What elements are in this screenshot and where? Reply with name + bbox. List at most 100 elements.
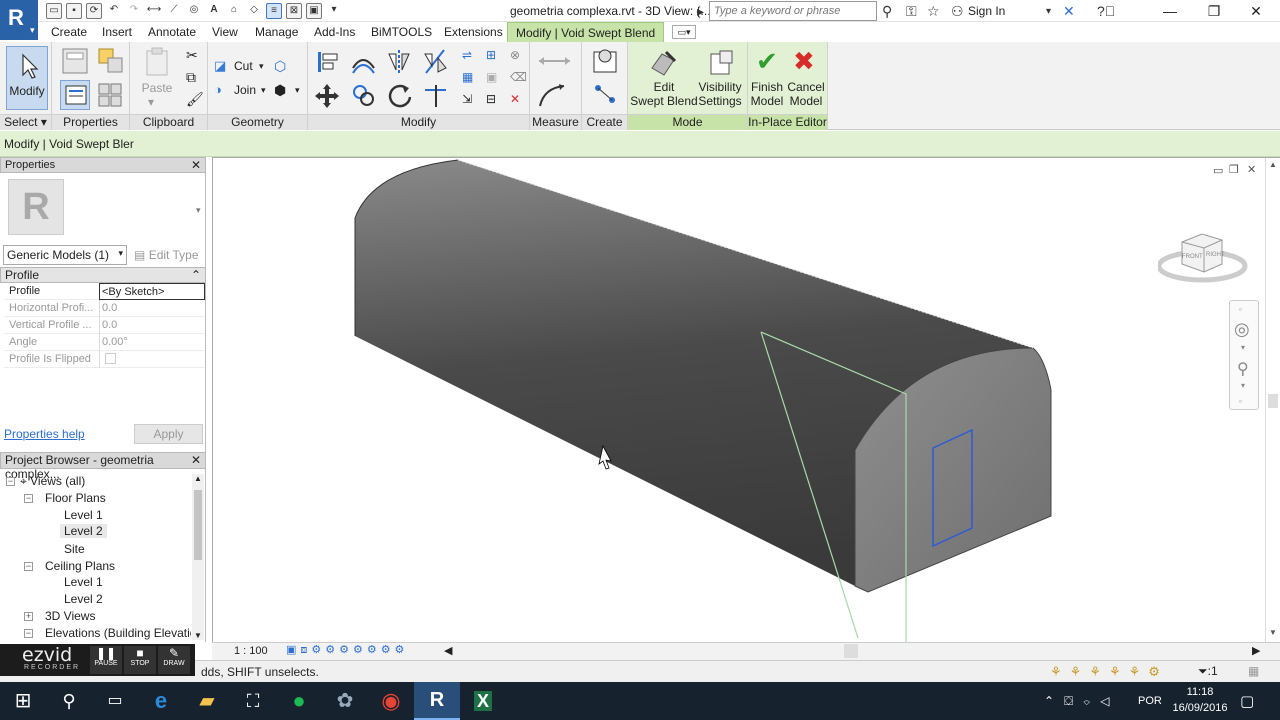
align-icon[interactable] xyxy=(314,48,340,74)
steering-wheel-icon[interactable]: ◎ xyxy=(1234,319,1250,340)
type-dropdown-icon[interactable]: ▾ xyxy=(196,205,201,216)
application-menu-button[interactable]: R ▾ xyxy=(0,0,38,40)
cancel-x-icon[interactable]: ✖ xyxy=(793,46,815,77)
move-icon[interactable] xyxy=(314,82,340,108)
cut-dropdown-icon[interactable]: ▾ xyxy=(259,60,264,73)
properties-toggle-icon[interactable] xyxy=(60,80,90,110)
close-properties-icon[interactable]: ✕ xyxy=(191,158,201,172)
store-icon[interactable]: ⛶ xyxy=(230,682,276,720)
delete-dim-icon[interactable]: ⌫ xyxy=(510,70,528,88)
property-value-field[interactable] xyxy=(99,351,205,368)
visibility-settings-line1[interactable]: Visibility xyxy=(694,81,746,94)
status-more-icon[interactable]: ▦ xyxy=(1248,664,1259,678)
tab-bimtools[interactable]: BiMTOOLS xyxy=(371,25,432,39)
clock-date[interactable]: 16/09/2016 xyxy=(1172,702,1228,714)
search-taskbar-icon[interactable]: ⚲ xyxy=(46,682,92,720)
horizontal-scroll-right-icon[interactable]: ▶ xyxy=(1252,644,1260,657)
restore-button[interactable]: ❐ xyxy=(1194,0,1234,22)
select-dropdown[interactable]: Select ▾ xyxy=(0,114,51,130)
family-category-icon[interactable] xyxy=(96,80,126,110)
nav-close-icon[interactable]: ▫ xyxy=(1239,305,1242,314)
tab-add-ins[interactable]: Add-Ins xyxy=(314,25,355,39)
delete-icon[interactable]: ✕ xyxy=(510,92,528,110)
tree-item-3d-views[interactable]: 3D Views xyxy=(45,609,95,623)
paste-icon[interactable] xyxy=(142,46,172,78)
split-gap-icon[interactable]: ⊞ xyxy=(486,48,504,66)
language-indicator[interactable]: POR xyxy=(1138,695,1162,707)
tree-item-level-1[interactable]: Level 1 xyxy=(64,508,103,522)
family-types-icon[interactable] xyxy=(96,46,126,76)
browser-scroll-thumb[interactable] xyxy=(194,490,202,560)
close-window-button[interactable]: ✕ xyxy=(1236,0,1276,22)
tree-item-views-all[interactable]: ⌖ Views (all) xyxy=(20,474,85,489)
tree-item-level-2-selected[interactable]: Level 2 xyxy=(60,524,107,538)
paste-dropdown-icon[interactable]: ▾ xyxy=(148,96,154,109)
offset-icon[interactable] xyxy=(350,48,376,74)
view-scroll-up-icon[interactable]: ▲ xyxy=(1269,160,1277,169)
tag-icon[interactable]: ◎ xyxy=(186,3,202,19)
viewcube-front-label[interactable]: FRONT xyxy=(1182,254,1203,260)
tab-create[interactable]: Create xyxy=(51,25,87,39)
property-value-field[interactable]: 0.0 xyxy=(99,300,205,317)
view-scale[interactable]: 1 : 100 xyxy=(234,645,268,657)
app-icon[interactable]: ✿ xyxy=(322,682,368,720)
trim-extend-icon[interactable] xyxy=(422,82,448,108)
finish-model-line1[interactable]: Finish xyxy=(748,81,786,94)
collapse-group-icon[interactable]: ⌃ xyxy=(191,268,201,282)
type-properties-icon[interactable] xyxy=(60,46,90,76)
view-scroll-thumb[interactable] xyxy=(1268,394,1278,408)
title-chevron-icon[interactable]: ▸ xyxy=(697,3,704,20)
file-explorer-icon[interactable]: ▰ xyxy=(184,682,230,720)
collapse-ceiling-plans-icon[interactable]: − xyxy=(24,562,33,571)
apply-button[interactable]: Apply xyxy=(134,424,203,444)
mirror-draw-axis-icon[interactable] xyxy=(422,48,448,74)
ezvid-draw-button[interactable]: ✎ DRAW xyxy=(158,646,190,674)
profile-flipped-checkbox[interactable] xyxy=(105,353,116,364)
property-value-field[interactable]: 0.0 xyxy=(99,317,205,334)
tab-annotate[interactable]: Annotate xyxy=(148,25,196,39)
subscription-icon[interactable]: ⚿ xyxy=(906,3,917,20)
favorites-star-icon[interactable]: ☆ xyxy=(927,3,940,20)
close-browser-icon[interactable]: ✕ xyxy=(191,453,201,467)
wall-joins-icon[interactable]: ⬡ xyxy=(274,58,292,76)
finish-model-line2[interactable]: Model xyxy=(748,95,786,108)
zoom-icon[interactable]: ⚲ xyxy=(1237,359,1249,379)
sync-icon[interactable]: ⟳ xyxy=(86,3,102,19)
paint-dropdown-icon[interactable]: ▾ xyxy=(295,84,300,97)
collapse-views-icon[interactable]: − xyxy=(6,477,15,486)
profile-group-header[interactable]: Profile ⌃ xyxy=(0,267,206,283)
visibility-settings-icon[interactable] xyxy=(706,48,736,78)
sign-in-dropdown-icon[interactable]: ▾ xyxy=(1046,6,1051,17)
swept-blend-model[interactable] xyxy=(213,158,1280,643)
copy-icon[interactable]: ⧉ xyxy=(186,69,204,87)
filter-icon[interactable]: ⏷:1 xyxy=(1198,664,1218,679)
zoom-dropdown-icon[interactable]: ▾ xyxy=(1241,381,1245,390)
rotate-icon[interactable] xyxy=(386,82,412,108)
paint-icon[interactable]: ⬢ xyxy=(274,82,292,100)
view-control-icons[interactable]: ▣⧈⚙⚙⚙⚙⚙⚙⚙ xyxy=(286,643,408,657)
selection-filter-icons[interactable]: ⚘⚘⚘⚘⚘⚙ xyxy=(1050,664,1168,680)
view-scroll-down-icon[interactable]: ▼ xyxy=(1269,628,1277,637)
properties-help-link[interactable]: Properties help xyxy=(4,427,85,441)
switch-windows-icon[interactable]: ▣ xyxy=(306,3,322,19)
mirror-axis-icon[interactable] xyxy=(386,48,412,74)
scroll-up-icon[interactable]: ▲ xyxy=(194,474,202,483)
horizontal-scroll-thumb[interactable] xyxy=(844,644,858,658)
pin-icon[interactable]: ⊗ xyxy=(510,48,528,66)
dimension-icon[interactable]: ⟋ xyxy=(166,3,182,19)
open-icon[interactable]: ▭ xyxy=(46,3,62,19)
tree-item-floor-plans[interactable]: Floor Plans xyxy=(45,491,106,505)
redo-icon[interactable]: ↷ xyxy=(126,3,142,19)
text-icon[interactable]: A xyxy=(206,3,222,19)
trim-multiple-icon[interactable]: ⊟ xyxy=(486,92,504,110)
cut-geometry-button[interactable]: Cut xyxy=(234,60,253,73)
edit-swept-blend-line2[interactable]: Swept Blend xyxy=(628,95,700,108)
tab-insert[interactable]: Insert xyxy=(102,25,132,39)
viewcube-right-label[interactable]: RIGHT xyxy=(1206,252,1225,258)
edit-swept-blend-icon[interactable] xyxy=(648,48,678,78)
view-minimize-icon[interactable]: ▭ xyxy=(1213,164,1223,177)
undo-icon[interactable]: ↶ xyxy=(106,3,122,19)
exchange-apps-icon[interactable]: ✕ xyxy=(1063,3,1075,20)
ribbon-toggle-icon[interactable]: ▭▾ xyxy=(672,25,696,39)
user-icon[interactable]: ⚇ xyxy=(951,3,964,20)
